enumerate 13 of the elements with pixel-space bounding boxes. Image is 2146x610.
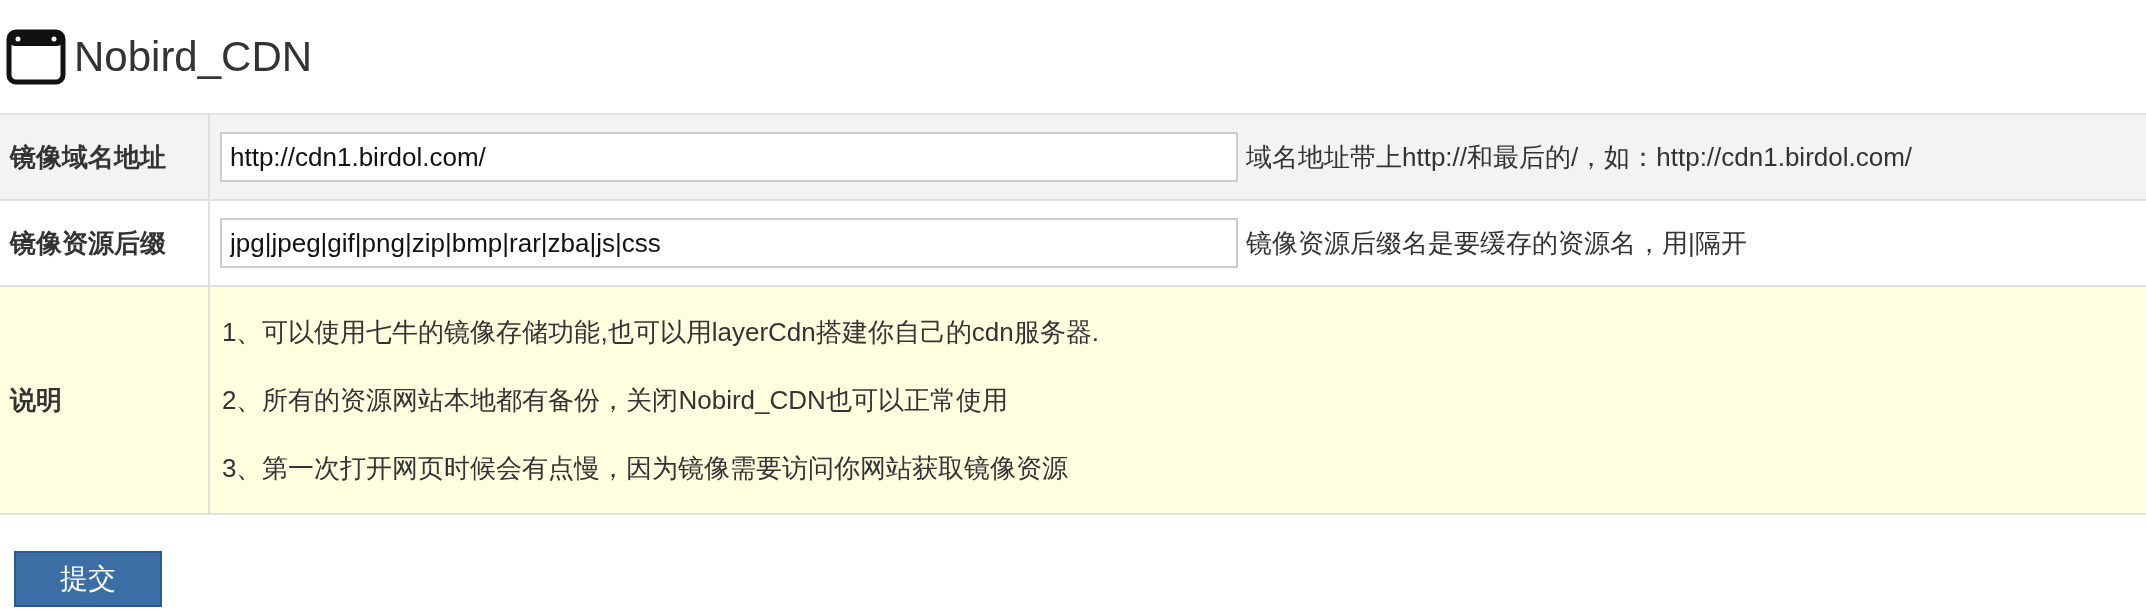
field-hint: 镜像资源后缀名是要缓存的资源名，用|隔开 — [1246, 226, 1747, 260]
row-label: 镜像域名地址 — [10, 140, 166, 174]
field-hint: 域名地址带上http://和最后的/，如：http://cdn1.birdol.com/ — [1246, 140, 1913, 174]
note-line: 1、可以使用七牛的镜像存储功能,也可以用layerCdn搭建你自己的cdn服务器. — [222, 316, 1099, 349]
note-line: 3、第一次打开网页时候会有点慢，因为镜像需要访问你网站获取镜像资源 — [222, 452, 1070, 485]
row-label: 说明 — [10, 383, 62, 417]
submit-button[interactable]: 提交 — [14, 551, 162, 607]
row-label: 镜像资源后缀 — [10, 226, 166, 260]
text-field[interactable]: http://cdn1.birdol.com/ — [220, 132, 1238, 182]
note-line: 2、所有的资源网站本地都有备份，关闭Nobird_CDN也可以正常使用 — [222, 384, 1009, 417]
window-icon — [6, 28, 66, 85]
page-title: Nobird_CDN — [74, 32, 313, 82]
text-field[interactable]: jpg|jpeg|gif|png|zip|bmp|rar|zba|js|css — [220, 218, 1238, 268]
